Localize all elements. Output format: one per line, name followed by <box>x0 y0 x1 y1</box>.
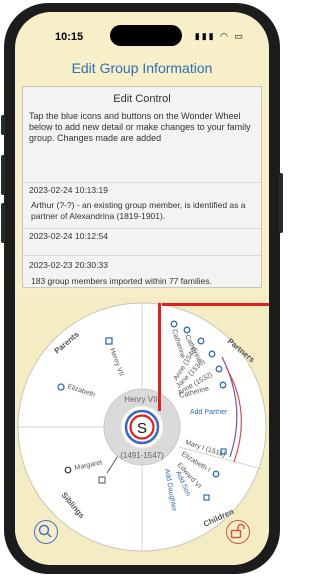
focus-years: (1491-1547) <box>120 451 164 460</box>
page-title: Edit Group Information <box>71 60 213 76</box>
volume-up-button <box>1 155 5 195</box>
search-icon <box>38 524 52 538</box>
divider <box>23 182 261 183</box>
status-time: 10:15 <box>55 31 84 43</box>
power-button <box>279 173 283 233</box>
unlock-button[interactable] <box>226 520 250 544</box>
wonder-wheel-area: Parents Partners Children Siblings Henry… <box>15 297 269 565</box>
screen: 10:15 ▮▮▮ ◠ ▭ Edit Group Information Edi… <box>15 12 269 565</box>
mute-switch <box>1 115 5 135</box>
divider <box>23 255 261 256</box>
log-date: 2023-02-24 10:12:54 <box>29 231 108 241</box>
status-bar: 10:15 ▮▮▮ ◠ ▭ <box>15 12 269 56</box>
add-sibling-marker-icon[interactable] <box>98 476 106 484</box>
search-button[interactable] <box>34 520 58 544</box>
log-text: Arthur (?-?) - an existing group member,… <box>31 200 246 221</box>
status-icons: ▮▮▮ ◠ ▭ <box>194 31 245 41</box>
add-partner-button[interactable]: Add Partner <box>190 409 228 416</box>
center-initial[interactable]: S <box>137 420 147 437</box>
volume-down-button <box>1 203 5 243</box>
log-entry: 2023-02-24 10:13:19 Arthur (?-?) - an ex… <box>23 185 261 222</box>
callout-line-vertical <box>158 303 161 411</box>
divider <box>23 228 261 229</box>
log-entry: 2023-02-24 10:12:54 <box>23 231 261 241</box>
focus-name: Henry VIII <box>124 395 160 404</box>
log-date: 2023-02-23 20:30:33 <box>29 260 108 270</box>
unlock-icon <box>230 523 245 539</box>
panel-heading: Edit Control <box>113 93 171 105</box>
dynamic-island <box>110 25 182 46</box>
log-text: 183 group members imported within 77 fam… <box>31 276 212 286</box>
edit-control-panel[interactable]: Edit Control Tap the blue icons and butt… <box>22 86 262 288</box>
log-date: 2023-02-24 10:13:19 <box>29 185 108 195</box>
panel-intro: Tap the blue icons and buttons on the Wo… <box>29 111 251 143</box>
log-entry: 2023-02-23 20:30:33 183 group members im… <box>23 260 261 287</box>
phone-frame: 10:15 ▮▮▮ ◠ ▭ Edit Group Information Edi… <box>1 3 283 574</box>
callout-line-horizontal <box>162 303 269 306</box>
